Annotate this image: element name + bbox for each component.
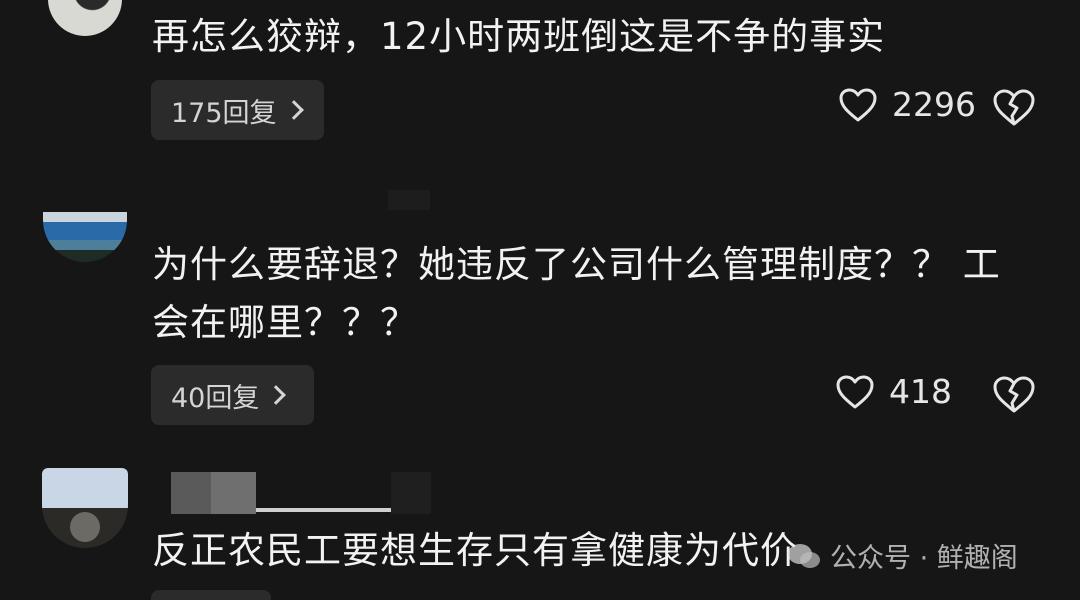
watermark-text: 公众号 · 鲜趣阁 xyxy=(830,543,1018,574)
avatar[interactable] xyxy=(48,0,122,36)
comment-text: 再怎么狡辩，12小时两班倒这是不争的事实 xyxy=(152,15,886,58)
view-replies-button[interactable]: 175回复 xyxy=(151,80,324,140)
broken-heart-icon[interactable] xyxy=(992,373,1036,417)
view-replies-button[interactable] xyxy=(151,590,271,600)
wechat-icon xyxy=(788,543,820,568)
watermark: 公众号 · 鲜趣阁 xyxy=(786,536,1018,575)
chevron-right-icon xyxy=(266,385,287,405)
blurred-username xyxy=(171,472,441,514)
broken-heart-icon[interactable] xyxy=(992,86,1036,130)
blurred-area xyxy=(388,190,430,210)
comment-text: 反正农民工要想生存只有拿健康为代价 xyxy=(152,529,798,572)
comment-feed: 再怎么狡辩，12小时两班倒这是不争的事实 175回复 2296 为什么要辞退？她… xyxy=(0,0,1080,600)
heart-outline-icon xyxy=(839,88,877,121)
avatar-figure xyxy=(70,512,100,542)
like-button[interactable]: 2296 xyxy=(838,85,976,124)
comment-text: 为什么要辞退？她违反了公司什么管理制度？？ 工 会在哪里？？？ xyxy=(152,243,1001,344)
avatar[interactable] xyxy=(43,212,127,262)
reply-count-label: 40回复 xyxy=(171,382,260,414)
heart-outline-icon xyxy=(836,375,874,408)
avatar[interactable] xyxy=(42,468,128,548)
view-replies-button[interactable]: 40回复 xyxy=(151,365,314,425)
like-button[interactable]: 418 xyxy=(835,372,952,411)
reply-count-label: 175回复 xyxy=(171,97,277,129)
like-count: 2296 xyxy=(892,85,976,124)
like-count: 418 xyxy=(889,372,952,411)
chevron-right-icon xyxy=(283,100,304,120)
